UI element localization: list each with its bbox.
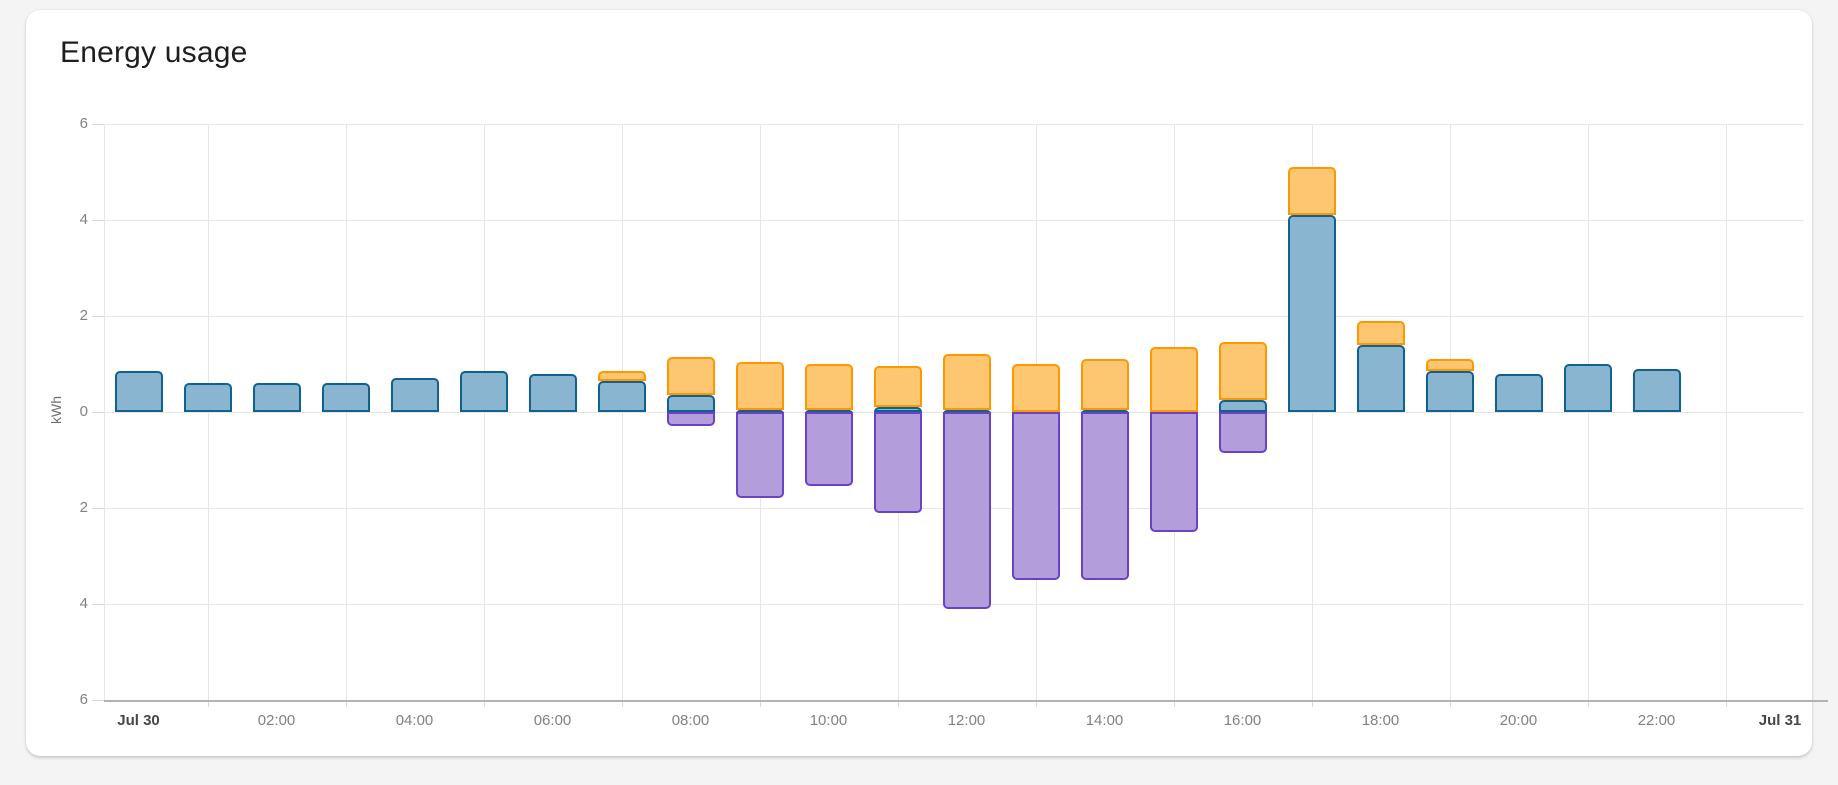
y-tick-label: 4 [52, 210, 88, 230]
bar-segment-blue[interactable] [1288, 215, 1336, 412]
bar-segment-blue[interactable] [1426, 371, 1474, 412]
x-tick-label: 08:00 [649, 710, 733, 732]
x-tick-label: 12:00 [925, 710, 1009, 732]
x-tick-label: Jul 31 [1738, 710, 1822, 732]
bar-segment-purple[interactable] [1150, 412, 1198, 532]
bar-segment-blue[interactable] [667, 395, 715, 412]
bar-segment-blue[interactable] [322, 383, 370, 412]
x-tick-label: 02:00 [235, 710, 319, 732]
bar-segment-orange[interactable] [598, 371, 646, 381]
v-gridline [1726, 124, 1727, 700]
bar-segment-blue[interactable] [1357, 345, 1405, 412]
v-gridline [1588, 124, 1589, 700]
bar-segment-blue[interactable] [460, 371, 508, 412]
v-gridline [346, 124, 347, 700]
bar-segment-orange[interactable] [1150, 347, 1198, 412]
bar-segment-orange[interactable] [1081, 359, 1129, 409]
bar-segment-orange[interactable] [1219, 342, 1267, 400]
y-tick-label: 4 [52, 594, 88, 614]
bar-segment-orange[interactable] [805, 364, 853, 410]
bar-segment-orange[interactable] [667, 357, 715, 395]
y-axis-line [104, 124, 105, 700]
energy-usage-chart[interactable]: 6420246Jul 3002:0004:0006:0008:0010:0012… [26, 10, 1812, 756]
x-tick-label: 10:00 [787, 710, 871, 732]
h-gridline [104, 124, 1804, 125]
bar-segment-purple[interactable] [736, 412, 784, 498]
bar-segment-blue[interactable] [1219, 400, 1267, 412]
y-axis-unit-label: kWh [48, 388, 64, 432]
v-gridline [622, 124, 623, 700]
v-gridline [1450, 124, 1451, 700]
bar-segment-orange[interactable] [943, 354, 991, 409]
x-tick-label: Jul 30 [97, 710, 181, 732]
bar-segment-purple[interactable] [805, 412, 853, 486]
energy-usage-card: Energy usage 6420246Jul 3002:0004:0006:0… [26, 10, 1812, 756]
x-tick-label: 18:00 [1339, 710, 1423, 732]
y-axis-tick [92, 508, 104, 509]
y-tick-label: 2 [52, 306, 88, 326]
y-axis-tick [92, 220, 104, 221]
bar-segment-orange[interactable] [1288, 167, 1336, 215]
bar-segment-purple[interactable] [1081, 412, 1129, 580]
h-gridline [104, 316, 1804, 317]
y-tick-label: 6 [52, 114, 88, 134]
y-tick-label: 6 [52, 690, 88, 710]
x-tick-label: 04:00 [373, 710, 457, 732]
bar-segment-blue[interactable] [253, 383, 301, 412]
bar-segment-orange[interactable] [1012, 364, 1060, 412]
v-gridline [484, 124, 485, 700]
bar-segment-purple[interactable] [1012, 412, 1060, 580]
bar-segment-blue[interactable] [529, 374, 577, 412]
bar-segment-orange[interactable] [874, 366, 922, 407]
x-tick-label: 06:00 [511, 710, 595, 732]
bar-segment-orange[interactable] [1357, 321, 1405, 345]
bar-segment-blue[interactable] [391, 378, 439, 412]
y-axis-tick [92, 604, 104, 605]
bar-segment-blue[interactable] [598, 381, 646, 412]
bar-segment-blue[interactable] [184, 383, 232, 412]
bar-segment-blue[interactable] [1633, 369, 1681, 412]
x-tick-label: 14:00 [1063, 710, 1147, 732]
y-axis-tick [92, 700, 104, 701]
x-tick-label: 20:00 [1477, 710, 1561, 732]
v-gridline [208, 124, 209, 700]
y-axis-tick [92, 124, 104, 125]
y-tick-label: 2 [52, 498, 88, 518]
bar-segment-purple[interactable] [667, 412, 715, 426]
bar-segment-purple[interactable] [874, 412, 922, 513]
bar-segment-blue[interactable] [1495, 374, 1543, 412]
h-gridline [104, 220, 1804, 221]
bar-segment-orange[interactable] [1426, 359, 1474, 371]
bar-segment-purple[interactable] [943, 412, 991, 609]
bar-segment-blue[interactable] [1564, 364, 1612, 412]
bar-segment-orange[interactable] [736, 362, 784, 410]
bar-segment-blue[interactable] [115, 371, 163, 412]
x-tick-label: 16:00 [1201, 710, 1285, 732]
y-axis-tick [92, 412, 104, 413]
x-tick-label: 22:00 [1615, 710, 1699, 732]
x-axis-line [104, 700, 1828, 702]
bar-segment-purple[interactable] [1219, 412, 1267, 453]
y-axis-tick [92, 316, 104, 317]
